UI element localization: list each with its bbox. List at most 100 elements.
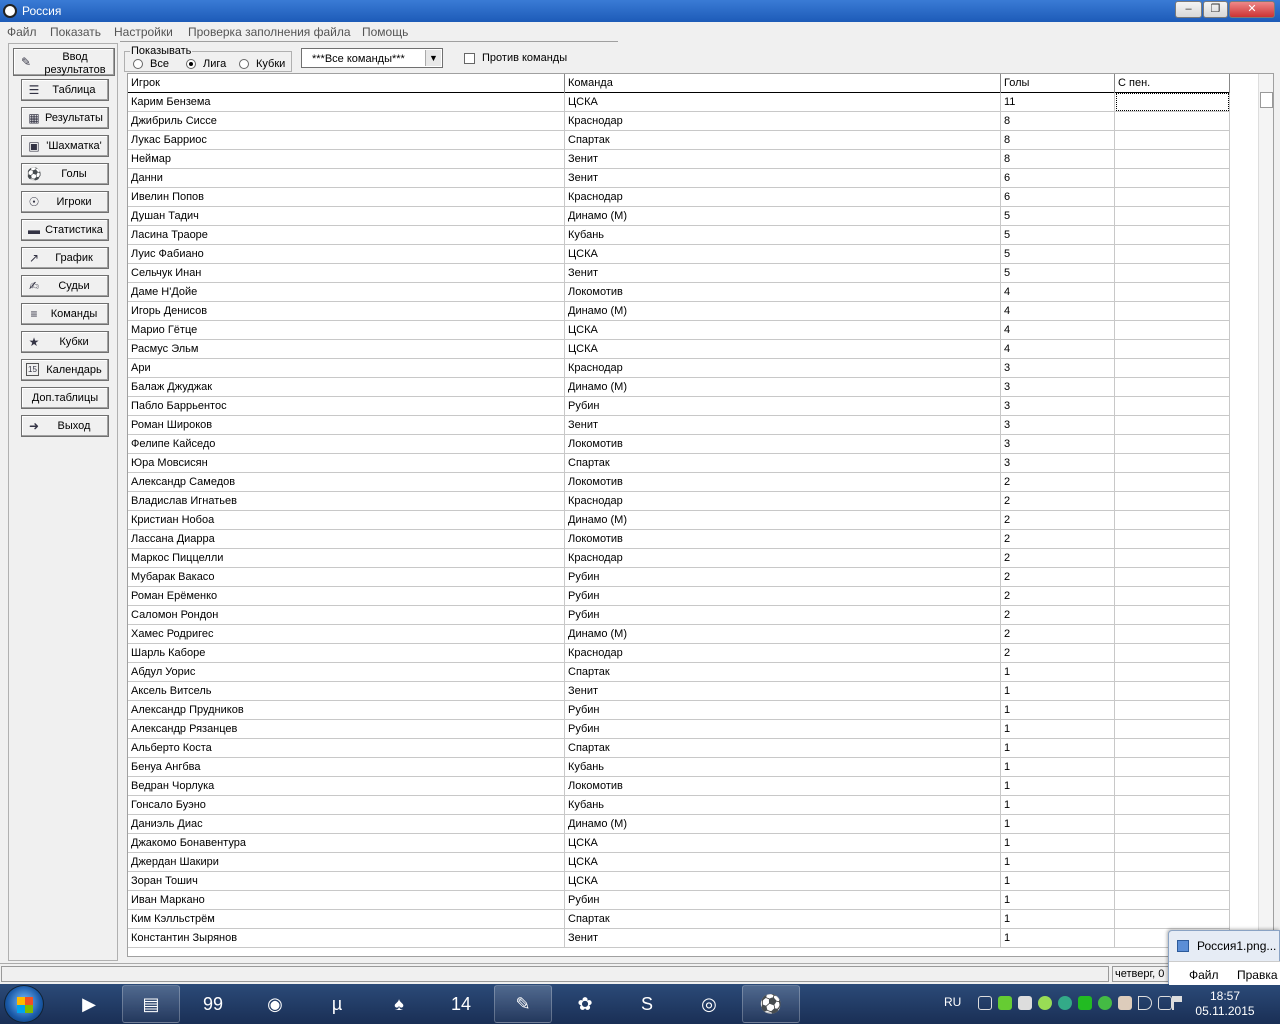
utorrent-icon[interactable]: µ	[308, 985, 366, 1023]
cell-player[interactable]: Гонсало Буэно	[128, 796, 565, 815]
nav-enter-results-button[interactable]: ✎ Ввод результатов	[13, 48, 115, 76]
table-row[interactable]: Зоран Тошич ЦСКА 1	[128, 872, 1230, 891]
cell-penalties[interactable]	[1115, 112, 1230, 131]
cell-team[interactable]: ЦСКА	[565, 93, 1001, 112]
table-row[interactable]: Александр Прудников Рубин 1	[128, 701, 1230, 720]
cell-player[interactable]: Данни	[128, 169, 565, 188]
cell-team[interactable]: Локомотив	[565, 435, 1001, 454]
cell-penalties[interactable]	[1115, 245, 1230, 264]
table-row[interactable]: Джакомо Бонавентура ЦСКА 1	[128, 834, 1230, 853]
cell-team[interactable]: Зенит	[565, 264, 1001, 283]
table-row[interactable]: Ари Краснодар 3	[128, 359, 1230, 378]
cell-player[interactable]: Юра Мовсисян	[128, 454, 565, 473]
cell-goals[interactable]: 1	[1001, 853, 1115, 872]
app-14-icon[interactable]: 14	[432, 985, 490, 1023]
menu-check-file[interactable]: Проверка заполнения файла	[188, 25, 351, 39]
monitor-99-icon[interactable]: 99	[184, 985, 242, 1023]
cell-goals[interactable]: 6	[1001, 169, 1115, 188]
nav-chessboard-button[interactable]: ▣ 'Шахматка'	[21, 135, 109, 157]
column-header-penalties[interactable]: С пен.	[1115, 74, 1230, 93]
speaker-icon[interactable]	[1138, 996, 1152, 1010]
column-header-goals[interactable]: Голы	[1001, 74, 1115, 93]
table-row[interactable]: Абдул Уорис Спартак 1	[128, 663, 1230, 682]
cell-team[interactable]: Динамо (М)	[565, 625, 1001, 644]
cell-team[interactable]: Рубин	[565, 397, 1001, 416]
cell-goals[interactable]: 4	[1001, 321, 1115, 340]
tray-icq-icon[interactable]	[998, 996, 1012, 1010]
table-row[interactable]: Ким Кэлльстрём Спартак 1	[128, 910, 1230, 929]
title-bar[interactable]: Россия – ❐ ✕	[0, 0, 1280, 22]
table-row[interactable]: Аксель Витсель Зенит 1	[128, 682, 1230, 701]
cell-player[interactable]: Джердан Шакири	[128, 853, 565, 872]
cell-penalties[interactable]	[1115, 492, 1230, 511]
clock[interactable]: 18:57 05.11.2015	[1195, 989, 1255, 1019]
taskbar-preview-window[interactable]: Россия1.png... Файл Правка	[1168, 930, 1280, 985]
tray-notes-icon[interactable]	[1018, 996, 1032, 1010]
cell-penalties[interactable]	[1115, 663, 1230, 682]
cell-penalties[interactable]	[1115, 568, 1230, 587]
cell-goals[interactable]: 1	[1001, 720, 1115, 739]
table-row[interactable]: Гонсало Буэно Кубань 1	[128, 796, 1230, 815]
skype-icon[interactable]: S	[618, 985, 676, 1023]
close-button[interactable]: ✕	[1229, 1, 1275, 18]
cell-penalties[interactable]	[1115, 758, 1230, 777]
cell-penalties[interactable]	[1115, 720, 1230, 739]
tray-network-icon[interactable]	[978, 996, 992, 1010]
cell-goals[interactable]: 11	[1001, 93, 1115, 112]
cell-team[interactable]: Рубин	[565, 568, 1001, 587]
cell-team[interactable]: ЦСКА	[565, 321, 1001, 340]
cell-goals[interactable]: 2	[1001, 530, 1115, 549]
cell-penalties[interactable]	[1115, 872, 1230, 891]
cell-goals[interactable]: 1	[1001, 777, 1115, 796]
table-row[interactable]: Хамес Родригес Динамо (М) 2	[128, 625, 1230, 644]
cell-goals[interactable]: 2	[1001, 606, 1115, 625]
table-row[interactable]: Бенуа Ангбва Кубань 1	[128, 758, 1230, 777]
cell-team[interactable]: Краснодар	[565, 188, 1001, 207]
cell-player[interactable]: Роман Ерёменко	[128, 587, 565, 606]
radio-cups[interactable]	[239, 59, 249, 69]
wifi-icon[interactable]	[1158, 996, 1172, 1010]
team-select[interactable]: ***Все команды*** ▼	[301, 48, 443, 68]
table-row[interactable]: Лассана Диарра Локомотив 2	[128, 530, 1230, 549]
table-row[interactable]: Фелипе Кайседо Локомотив 3	[128, 435, 1230, 454]
cell-team[interactable]: Краснодар	[565, 359, 1001, 378]
nav-results-button[interactable]: ▦ Результаты	[21, 107, 109, 129]
scrollbar-thumb[interactable]	[1260, 92, 1273, 108]
cell-penalties[interactable]	[1115, 359, 1230, 378]
cell-goals[interactable]: 1	[1001, 758, 1115, 777]
cell-goals[interactable]: 4	[1001, 340, 1115, 359]
nav-table-button[interactable]: ☰ Таблица	[21, 79, 109, 101]
cell-penalties[interactable]	[1115, 682, 1230, 701]
cell-goals[interactable]: 2	[1001, 473, 1115, 492]
table-row[interactable]: Александр Рязанцев Рубин 1	[128, 720, 1230, 739]
table-row[interactable]: Игорь Денисов Динамо (М) 4	[128, 302, 1230, 321]
cell-team[interactable]: Краснодар	[565, 492, 1001, 511]
cell-player[interactable]: Шарль Каборе	[128, 644, 565, 663]
cell-player[interactable]: Ари	[128, 359, 565, 378]
cell-penalties[interactable]	[1115, 454, 1230, 473]
cell-penalties[interactable]	[1115, 169, 1230, 188]
cell-goals[interactable]: 3	[1001, 454, 1115, 473]
camera-icon[interactable]: ◉	[246, 985, 304, 1023]
cell-player[interactable]: Даме Н'Дойе	[128, 283, 565, 302]
cell-player[interactable]: Сельчук Инан	[128, 264, 565, 283]
minimize-button[interactable]: –	[1175, 1, 1202, 18]
cell-goals[interactable]: 1	[1001, 796, 1115, 815]
radio-league[interactable]	[186, 59, 196, 69]
cell-team[interactable]: Локомотив	[565, 530, 1001, 549]
cell-penalties[interactable]	[1115, 416, 1230, 435]
table-row[interactable]: Душан Тадич Динамо (М) 5	[128, 207, 1230, 226]
tray-game-icon[interactable]	[1078, 996, 1092, 1010]
cell-team[interactable]: Динамо (М)	[565, 511, 1001, 530]
nav-cups-button[interactable]: ★ Кубки	[21, 331, 109, 353]
nav-referees-button[interactable]: ✍ Судьи	[21, 275, 109, 297]
cell-player[interactable]: Игорь Денисов	[128, 302, 565, 321]
maximize-button[interactable]: ❐	[1203, 1, 1228, 18]
cell-team[interactable]: Динамо (М)	[565, 207, 1001, 226]
cell-penalties[interactable]	[1115, 701, 1230, 720]
cell-player[interactable]: Альберто Коста	[128, 739, 565, 758]
table-row[interactable]: Ласина Траоре Кубань 5	[128, 226, 1230, 245]
cell-team[interactable]: Рубин	[565, 720, 1001, 739]
cell-player[interactable]: Лукас Барриос	[128, 131, 565, 150]
cell-goals[interactable]: 3	[1001, 378, 1115, 397]
